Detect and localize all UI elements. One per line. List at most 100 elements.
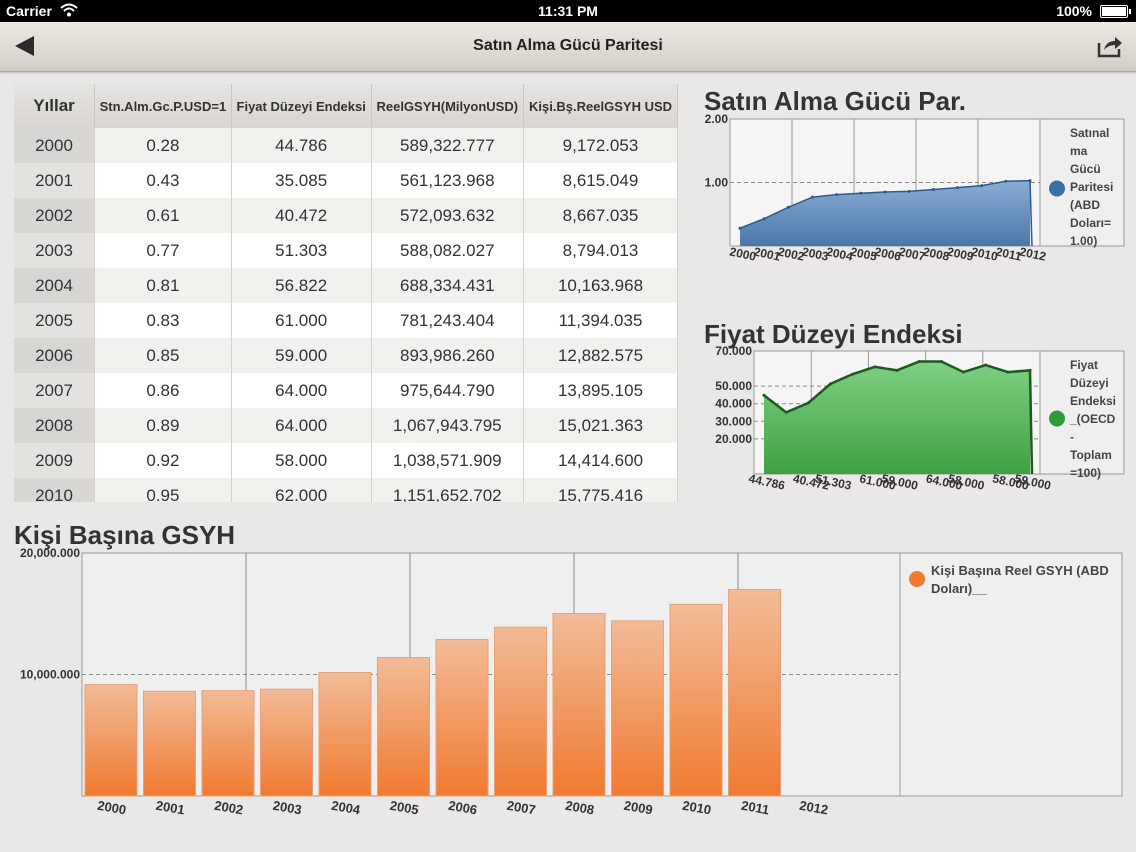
y-tick-label: 10,000.000 [20, 668, 80, 682]
table-cell: 1,151,652.702 [371, 478, 524, 502]
ppp-area-chart[interactable]: 2.00 1.00 Satınal ma Gücü Paritesi (ABD Doları=… [700, 112, 1128, 274]
bar [611, 620, 664, 797]
x-tick-label: 2009 [623, 798, 654, 818]
table-row[interactable]: 2003 0.77 51.303 588,082.027 8,794.013 [14, 233, 678, 268]
data-point [1028, 368, 1032, 372]
table-row[interactable]: 2001 0.43 35.085 561,123.968 8,615.049 [14, 163, 678, 198]
bar [143, 690, 196, 797]
data-point [786, 205, 790, 209]
table-cell-year: 2007 [14, 373, 95, 408]
table-cell: 781,243.404 [371, 303, 524, 338]
table-cell: 13,895.105 [523, 373, 678, 408]
table-cell: 589,322.777 [371, 128, 524, 163]
table-cell: 44.786 [231, 128, 372, 163]
table-row[interactable]: 2004 0.81 56.822 688,334.431 10,163.968 [14, 268, 678, 303]
legend-label: Toplam [1070, 448, 1112, 462]
table-cell: 588,082.027 [371, 233, 524, 268]
page-title: Satın Alma Gücü Paritesi [473, 37, 663, 54]
legend-label: _(OECD [1069, 412, 1116, 426]
table-header-row: Yıllar Stn.Alm.Gc.P.USD=1 Fiyat Düzeyi E… [14, 84, 678, 128]
table-cell-year: 2008 [14, 408, 95, 443]
table-cell: 14,414.600 [523, 443, 678, 478]
bar [318, 672, 372, 797]
table-row[interactable]: 2007 0.86 64.000 975,644.790 13,895.105 [14, 373, 678, 408]
y-tick-label: 1.00 [705, 176, 729, 190]
table-cell: 0.92 [94, 443, 232, 478]
x-tick-label: 2012 [798, 798, 829, 818]
data-table-panel[interactable]: Yıllar Stn.Alm.Gc.P.USD=1 Fiyat Düzeyi E… [14, 84, 678, 502]
table-cell: 1,067,943.795 [371, 408, 524, 443]
table-row[interactable]: 2000 0.28 44.786 589,322.777 9,172.053 [14, 128, 678, 163]
table-cell: 56.822 [231, 268, 372, 303]
share-icon[interactable] [1096, 33, 1124, 59]
table-cell-year: 2010 [14, 478, 95, 502]
data-point [907, 189, 911, 193]
table-cell-year: 2002 [14, 198, 95, 233]
data-point [835, 193, 839, 197]
y-tick-label: 70.000 [715, 344, 752, 358]
bar [669, 603, 723, 797]
navigation-bar: Satın Alma Gücü Paritesi [0, 22, 1136, 72]
legend-label: Doları)__ [931, 581, 987, 596]
data-point [1004, 179, 1008, 183]
y-tick-label: 50.000 [715, 379, 752, 393]
table-row[interactable]: 2010 0.95 62.000 1,151,652.702 15,775.416 [14, 478, 678, 502]
bar [728, 588, 781, 797]
data-point [851, 372, 855, 376]
status-bar: Carrier 11:31 PM 100% [0, 0, 1136, 22]
table-row[interactable]: 2005 0.83 61.000 781,243.404 11,394.035 [14, 303, 678, 338]
battery-icon [1100, 5, 1131, 18]
table-cell: 0.61 [94, 198, 232, 233]
data-point [895, 368, 899, 372]
table-cell-year: 2009 [14, 443, 95, 478]
x-tick-label: 44.786 [747, 471, 786, 492]
table-cell: 572,093.632 [371, 198, 524, 233]
table-cell: 59.000 [231, 338, 372, 373]
bar [435, 638, 489, 797]
y-tick-label: 20,000.000 [20, 546, 80, 560]
table-row[interactable]: 2009 0.92 58.000 1,038,571.909 14,414.600 [14, 443, 678, 478]
x-tick-label: 2004 [330, 798, 362, 818]
x-tick-label: 2012 [1018, 244, 1047, 263]
table-cell: 0.83 [94, 303, 232, 338]
table-cell-year: 2003 [14, 233, 95, 268]
table-cell: 0.43 [94, 163, 232, 198]
table-cell: 0.86 [94, 373, 232, 408]
table-cell: 0.85 [94, 338, 232, 373]
legend-label: Paritesi [1070, 180, 1113, 194]
data-point [962, 370, 965, 374]
x-tick-label: 2007 [506, 798, 537, 818]
table-row[interactable]: 2006 0.85 59.000 893,986.260 12,882.575 [14, 338, 678, 373]
table-row[interactable]: 2008 0.89 64.000 1,067,943.795 15,021.363 [14, 408, 678, 443]
legend-marker [1049, 180, 1065, 197]
table-cell: 35.085 [231, 163, 372, 198]
y-tick-label: 40.000 [715, 397, 752, 411]
legend-label: ma [1070, 144, 1088, 158]
table-cell: 0.81 [94, 268, 232, 303]
legend-label: 1.00) [1070, 234, 1097, 248]
table-cell: 61.000 [231, 303, 372, 338]
legend-label: Doları= [1070, 216, 1111, 230]
table-row[interactable]: 2002 0.61 40.472 572,093.632 8,667.035 [14, 198, 678, 233]
price-index-area-chart[interactable]: 70.000 50.000 40.000 30.000 20.000 Fiyat Düzey… [700, 344, 1128, 506]
table-cell: 11,394.035 [523, 303, 678, 338]
table-cell: 0.89 [94, 408, 232, 443]
data-point [1006, 370, 1010, 374]
table-cell: 975,644.790 [371, 373, 524, 408]
data-point [762, 393, 766, 397]
table-cell: 40.472 [231, 198, 372, 233]
legend-label: - [1070, 430, 1074, 444]
table-cell: 8,615.049 [523, 163, 678, 198]
gdp-per-capita-bar-chart[interactable]: 20,000.000 10,000.000 2000 2001 2002 2003 2004… [0, 545, 1136, 845]
legend-label: Kişi Başına Reel GSYH (ABD [931, 563, 1109, 578]
table-cell-year: 2001 [14, 163, 95, 198]
legend-label: Düzeyi [1070, 376, 1109, 390]
data-point [859, 191, 863, 195]
table-cell: 0.95 [94, 478, 232, 502]
x-tick-label: 2006 [447, 798, 478, 818]
data-point [806, 401, 810, 405]
status-time: 11:31 PM [538, 3, 598, 19]
y-tick-label: 20.000 [715, 432, 752, 446]
x-tick-label: 2008 [564, 798, 595, 818]
table-cell: 64.000 [231, 408, 372, 443]
